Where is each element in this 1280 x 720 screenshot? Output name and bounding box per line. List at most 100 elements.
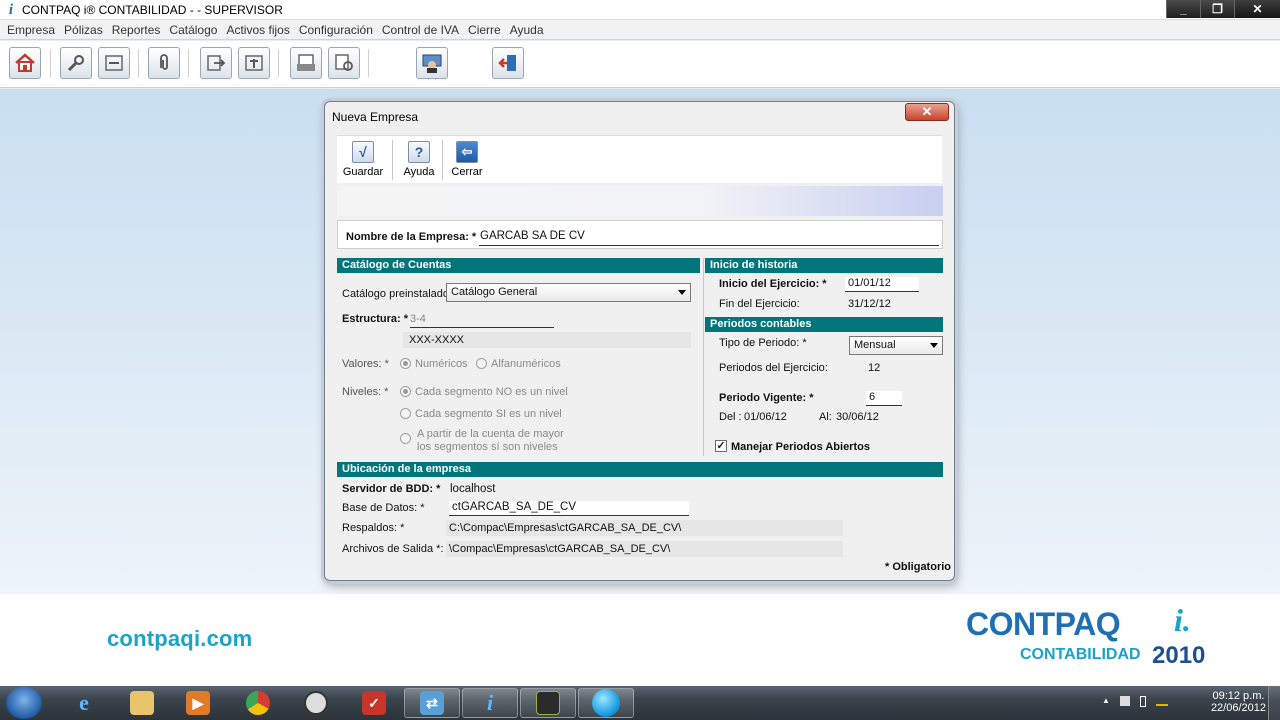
archivos-salida-label: Archivos de Salida *: <box>342 543 444 555</box>
estructura-mask: XXX-XXXX <box>409 334 465 346</box>
company-name-label: Nombre de la Empresa: * <box>346 231 477 243</box>
niveles-no-nivel-radio[interactable] <box>400 386 411 397</box>
print-preview-icon <box>335 54 353 71</box>
print-preview-button[interactable] <box>328 47 360 79</box>
valores-numericos-radio[interactable] <box>400 358 411 369</box>
fin-ejercicio-label: Fin del Ejercicio: <box>719 298 800 310</box>
del-value: 01/06/12 <box>744 411 787 423</box>
show-desktop-button[interactable] <box>1268 686 1280 720</box>
al-label: Al: <box>819 411 832 423</box>
archivos-salida-value: \Compac\Empresas\ctGARCAB_SA_DE_CV\ <box>449 543 671 555</box>
clip-button[interactable] <box>148 47 180 79</box>
taskbar-contpaq[interactable]: i <box>462 688 518 718</box>
menu-empresa[interactable]: Empresa <box>3 23 60 37</box>
taskbar-explorer[interactable]: e <box>56 688 112 718</box>
menu-configuracion[interactable]: Configuración <box>295 23 378 37</box>
menu-activos-fijos[interactable]: Activos fijos <box>222 23 294 37</box>
periodos-header: Periodos contables <box>705 317 943 332</box>
taskbar-clock[interactable] <box>288 688 344 718</box>
brand-name: CONTPAQ <box>966 606 1121 642</box>
periodos-abiertos-checkbox[interactable]: ✓ <box>715 440 727 452</box>
menu-ayuda[interactable]: Ayuda <box>506 23 549 37</box>
taskbar-chrome[interactable] <box>230 688 286 718</box>
minus-icon <box>105 55 123 71</box>
sphere-icon <box>592 689 620 717</box>
user-button[interactable] <box>416 47 448 79</box>
dialog-close-button[interactable]: ✕ <box>905 103 949 121</box>
niveles-mayor-label-1: A partir de la cuenta de mayor <box>417 428 564 440</box>
print-button[interactable] <box>290 47 322 79</box>
taskbar-sphere[interactable] <box>578 688 634 718</box>
estructura-label: Estructura: * <box>342 313 409 325</box>
add-icon <box>245 55 263 71</box>
catalogo-preinstalado-label: Catálogo preinstalado: <box>342 288 453 300</box>
minus-button[interactable] <box>98 47 130 79</box>
niveles-mayor-radio[interactable] <box>400 433 411 444</box>
tipo-periodo-select[interactable]: Mensual <box>849 336 943 355</box>
historia-header: Inicio de historia <box>705 258 943 273</box>
periodos-ejercicio-label: Periodos del Ejercicio: <box>719 362 828 374</box>
taskbar-network[interactable]: ⇄ <box>404 688 460 718</box>
catalogo-header: Catálogo de Cuentas <box>337 258 700 273</box>
periodo-vigente-input[interactable]: 6 <box>866 391 902 406</box>
user-icon <box>422 54 442 73</box>
inicio-ejercicio-input[interactable]: 01/01/12 <box>845 277 919 292</box>
tray-flag-icon[interactable] <box>1119 696 1130 706</box>
periodos-abiertos-label: Manejar Periodos Abiertos <box>731 441 870 453</box>
respaldos-value: C:\Compac\Empresas\ctGARCAB_SA_DE_CV\ <box>449 522 682 534</box>
home-button[interactable] <box>9 47 41 79</box>
start-button[interactable] <box>6 687 42 719</box>
taskbar-tool[interactable] <box>520 688 576 718</box>
company-name-input[interactable]: GARCAB SA DE CV <box>479 230 939 246</box>
clock[interactable]: 09:12 p.m. 22/06/2012 <box>1211 688 1266 718</box>
check-icon: √ <box>352 141 374 163</box>
guardar-button[interactable]: √ Guardar <box>337 140 389 182</box>
niveles-si-nivel-radio[interactable] <box>400 408 411 419</box>
exit-icon <box>498 55 516 71</box>
menu-catalogo[interactable]: Catálogo <box>165 23 222 37</box>
estructura-input[interactable]: 3-4 <box>410 313 554 328</box>
base-datos-input[interactable]: ctGARCAB_SA_DE_CV <box>449 501 689 516</box>
tray-battery-icon[interactable] <box>1139 696 1146 707</box>
nueva-empresa-dialog: Nueva Empresa ✕ √ Guardar ? Ayuda ⇦ Cerr… <box>324 101 955 581</box>
export-button[interactable] <box>200 47 232 79</box>
ayuda-button[interactable]: ? Ayuda <box>393 140 445 182</box>
system-tray: ▲ <box>1102 696 1168 707</box>
minimize-button[interactable]: _ <box>1166 0 1200 18</box>
valores-label: Valores: * <box>342 358 389 370</box>
home-icon <box>15 53 35 72</box>
app-logo-icon: i <box>8 1 14 18</box>
menu-reportes[interactable]: Reportes <box>108 23 166 37</box>
network-icon: ⇄ <box>420 691 444 715</box>
maximize-button[interactable]: ❐ <box>1200 0 1234 18</box>
chrome-icon <box>246 691 270 715</box>
folder-icon <box>130 691 154 715</box>
menu-polizas[interactable]: Pólizas <box>60 23 108 37</box>
clock-date: 22/06/2012 <box>1210 702 1266 714</box>
cerrar-button[interactable]: ⇦ Cerrar <box>441 140 493 182</box>
taskbar-media[interactable]: ▶ <box>170 688 226 718</box>
dialog-title: Nueva Empresa <box>332 110 419 124</box>
clock-time: 09:12 p.m. <box>1212 690 1265 702</box>
company-name-row: Nombre de la Empresa: * GARCAB SA DE CV <box>337 220 943 249</box>
tray-expand-icon[interactable]: ▲ <box>1102 696 1110 707</box>
title-bar: i CONTPAQ i® CONTABILIDAD - - SUPERVISOR… <box>0 0 1280 20</box>
valores-alfanumericos-radio[interactable] <box>476 358 487 369</box>
niveles-label: Niveles: * <box>342 386 389 398</box>
close-button[interactable]: ✕ <box>1234 0 1280 18</box>
chevron-down-icon <box>930 343 938 348</box>
menu-control-iva[interactable]: Control de IVA <box>378 23 464 37</box>
tools-button[interactable] <box>60 47 92 79</box>
window-title: CONTPAQ i® CONTABILIDAD - - SUPERVISOR <box>22 2 283 17</box>
taskbar-todo[interactable]: ✓ <box>346 688 402 718</box>
tool-icon <box>536 691 560 715</box>
del-label: Del : <box>719 411 742 423</box>
inicio-ejercicio-label: Inicio del Ejercicio: * <box>719 278 827 290</box>
exit-button[interactable] <box>492 47 524 79</box>
taskbar-folder[interactable] <box>114 688 170 718</box>
add-button[interactable] <box>238 47 270 79</box>
catalogo-preinstalado-select[interactable]: Catálogo General <box>446 283 691 302</box>
export-icon <box>207 55 226 71</box>
tray-network-icon[interactable] <box>1155 696 1168 706</box>
menu-cierre[interactable]: Cierre <box>464 23 506 37</box>
